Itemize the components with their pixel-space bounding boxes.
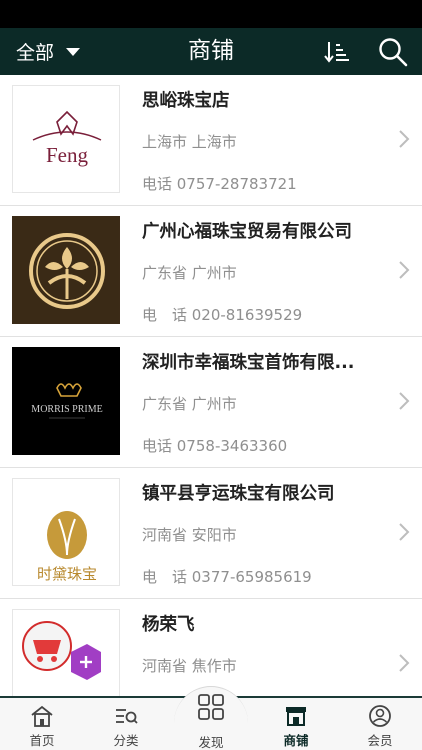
tab-label: 会员 [367, 733, 393, 748]
shop-region: 河南省 焦作市 [142, 657, 237, 675]
chevron-right-icon [399, 523, 410, 541]
shop-row[interactable]: 广州心福珠宝贸易有限公司 广东省 广州市 电 话 020-81639529 [0, 206, 422, 337]
filter-label: 全部 [16, 42, 55, 64]
shop-region: 河南省 安阳市 [142, 526, 237, 544]
shop-phone: 电话 0757-28783721 [142, 175, 297, 193]
sort-icon[interactable] [323, 39, 351, 65]
shop-logo: 时黛珠宝 [12, 478, 120, 586]
status-bar [0, 0, 422, 28]
shop-row[interactable]: Feng 思峪珠宝店 上海市 上海市 电话 0757-28783721 [0, 75, 422, 206]
shop-logo [12, 216, 120, 324]
shop-phone: 电 话 0377-65985619 [142, 568, 312, 586]
chevron-right-icon [399, 654, 410, 672]
logo-text: Feng [46, 143, 89, 167]
chevron-right-icon [399, 130, 410, 148]
shop-region: 广东省 广州市 [142, 395, 237, 413]
shop-name: 杨荣飞 [142, 615, 195, 635]
chevron-right-icon [399, 392, 410, 410]
shop-name: 广州心福珠宝贸易有限公司 [142, 222, 352, 242]
shop-phone: 电 话 020-81639529 [142, 306, 303, 324]
shop-icon [286, 707, 306, 726]
logo-text: MORRIS PRIME [31, 404, 102, 415]
shop-list: Feng 思峪珠宝店 上海市 上海市 电话 0757-28783721 广州心福… [0, 75, 422, 696]
shop-row[interactable]: 杨荣飞 河南省 焦作市 [0, 599, 422, 696]
shop-logo: MORRIS PRIME [12, 347, 120, 455]
tab-discover[interactable]: 发现 [168, 686, 254, 750]
logo-text: 时黛珠宝 [37, 565, 97, 583]
shop-region: 上海市 上海市 [142, 133, 237, 151]
tab-member[interactable]: 会员 [338, 698, 422, 750]
member-icon [369, 705, 391, 727]
category-icon [116, 709, 138, 724]
tab-label: 商铺 [283, 733, 309, 748]
shop-row[interactable]: MORRIS PRIME 深圳市幸福珠宝首饰有限... 广东省 广州市 电话 0… [0, 337, 422, 468]
tab-home[interactable]: 首页 [0, 698, 84, 750]
chevron-right-icon [399, 261, 410, 279]
filter-dropdown-button[interactable]: 全部 [16, 28, 81, 75]
tab-label: 分类 [113, 733, 139, 748]
caret-down-icon [66, 47, 81, 56]
search-icon[interactable] [377, 37, 409, 67]
shop-logo [12, 609, 120, 696]
discover-grid-icon [198, 694, 224, 720]
shop-logo: Feng [12, 85, 120, 193]
tab-label: 首页 [29, 733, 55, 748]
shop-region: 广东省 广州市 [142, 264, 237, 282]
tab-label: 发现 [198, 735, 224, 750]
home-icon [31, 705, 53, 727]
shop-name: 镇平县亨运珠宝有限公司 [142, 484, 335, 504]
shop-row[interactable]: 时黛珠宝 镇平县亨运珠宝有限公司 河南省 安阳市 电 话 0377-659856… [0, 468, 422, 599]
app-header: 全部 商铺 [0, 28, 422, 75]
tab-shop[interactable]: 商铺 [254, 698, 338, 750]
shop-phone: 电话 0758-3463360 [142, 437, 288, 455]
shop-name: 思峪珠宝店 [142, 91, 230, 111]
tab-category[interactable]: 分类 [84, 698, 168, 750]
shop-name: 深圳市幸福珠宝首饰有限... [142, 353, 355, 373]
